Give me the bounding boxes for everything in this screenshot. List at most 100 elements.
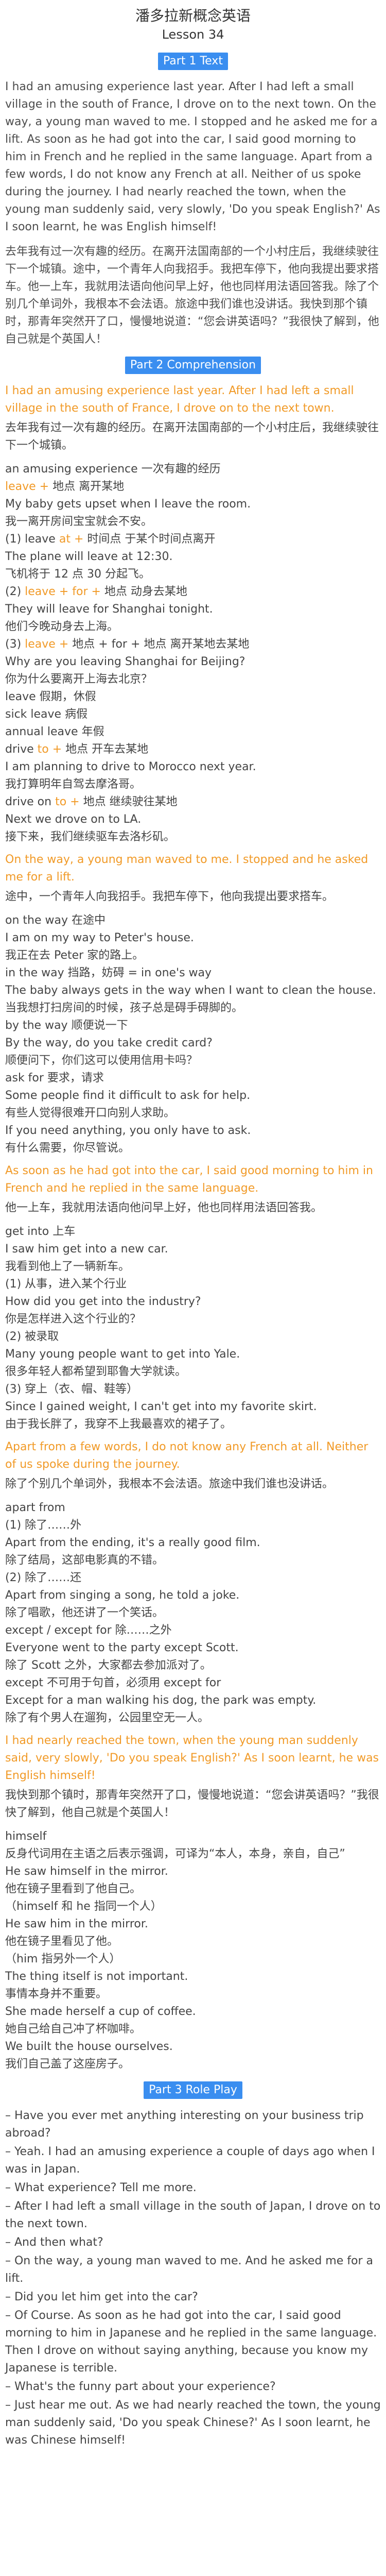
note-line: himself <box>5 1830 47 1843</box>
note-line: drive to + 地点 开车去某地 <box>5 743 149 756</box>
note-line: 接下来，我们继续驱车去洛杉矶。 <box>5 831 176 843</box>
note-line: 你为什么要离开上海去北京？ <box>5 673 153 686</box>
note-line: Next we drove on to LA. <box>5 813 142 826</box>
note-line: （him 指另外一个人） <box>5 1953 121 1965</box>
note-line: The baby always gets in the way when I w… <box>5 984 376 997</box>
note-line: 我打算明年自驾去摩洛哥。 <box>5 778 142 791</box>
note-line: get into 上车 <box>5 1225 76 1238</box>
note-line: 有什么需要，你尽管说。 <box>5 1142 130 1155</box>
section-part2: Part 2 Comprehension <box>5 357 381 374</box>
note-line: 我们自己盖了这座房子。 <box>5 2058 130 2071</box>
note-line: Except for a man walking his dog, the pa… <box>5 1694 317 1707</box>
dialogue-line: – Yeah. I had an amusing experience a co… <box>5 2145 375 2176</box>
note-line: They will leave for Shanghai tonight. <box>5 603 213 616</box>
note-line: sick leave 病假 <box>5 708 88 721</box>
comprehension-sentence-en: I had an amusing experience last year. A… <box>5 384 354 415</box>
note-line: Some people find it difficult to ask for… <box>5 1089 251 1102</box>
note-line: 他们今晚动身去上海。 <box>5 620 119 633</box>
note-line: on the way 在途中 <box>5 914 106 927</box>
note-line: He saw him in the mirror. <box>5 1918 148 1930</box>
note-line: Many young people want to get into Yale. <box>5 1348 240 1361</box>
dialogue-line: – Just hear me out. As we had nearly rea… <box>5 2399 381 2447</box>
note-line: Why are you leaving Shanghai for Beijing… <box>5 655 245 668</box>
note-line: 除了结局，这部电影真的不错。 <box>5 1554 164 1567</box>
note-line: Everyone went to the party except Scott. <box>5 1641 239 1654</box>
note-line: in the way 挡路，妨碍 = in one's way <box>5 967 212 979</box>
comprehension-sentence-en: Apart from a few words, I do not know an… <box>5 1440 369 1471</box>
note-line: (3) leave + 地点 + for + 地点 离开某地去某地 <box>5 638 250 651</box>
section-label-part3: Part 3 Role Play <box>144 2081 242 2099</box>
text-english: I had an amusing experience last year. A… <box>5 80 380 233</box>
note-line: 除了 Scott 之外，大家都去参加派对了。 <box>5 1659 212 1672</box>
note-line: He saw himself in the mirror. <box>5 1865 168 1878</box>
note-line: (1) leave at + 时间点 于某个时间点离开 <box>5 533 216 546</box>
note-line: She made herself a cup of coffee. <box>5 2005 196 2018</box>
note-line: 当我想打扫房间的时候，孩子总是碍手碍脚的。 <box>5 1002 243 1014</box>
lesson-number: Lesson 34 <box>162 27 224 42</box>
note-line: I am on my way to Peter's house. <box>5 931 194 944</box>
note-line: 他在镜子里看见了他。 <box>5 1935 119 1948</box>
note-line: by the way 顺便说一下 <box>5 1019 128 1032</box>
comprehension-sentence-zh: 去年我有过一次有趣的经历。在离开法国南部的一个小村庄后，我继续驶往下一个城镇。 <box>5 421 379 452</box>
note-line: 除了唱歌，他还讲了一个笑话。 <box>5 1606 164 1619</box>
note-line: The plane will leave at 12:30. <box>5 550 173 563</box>
comprehension-sentence-zh: 他一上车，我就用法语向他问早上好，他也同样用法语回答我。 <box>5 1201 323 1214</box>
section-label-part2: Part 2 Comprehension <box>125 357 261 374</box>
note-line: My baby gets upset when I leave the room… <box>5 498 251 511</box>
note-line: 由于我长胖了，我穿不上我最喜欢的裙子了。 <box>5 1418 232 1431</box>
note-line: Apart from singing a song, he told a jok… <box>5 1589 240 1602</box>
dialogue-line: – And then what? <box>5 2236 103 2249</box>
note-line: The thing itself is not important. <box>5 1970 188 1983</box>
lesson-page: 潘多拉新概念英语 Lesson 34 Part 1 Text I had an … <box>0 6 386 2471</box>
dialogue-line: – After I had left a small village in th… <box>5 2200 381 2230</box>
note-line: 事情本身并不重要。 <box>5 1988 108 2001</box>
note-line: leave 假期，休假 <box>5 690 96 703</box>
note-line: 你是怎样进入这个行业的？ <box>5 1313 142 1326</box>
note-line: (3) 穿上（衣、帽、鞋等） <box>5 1383 138 1396</box>
note-line: (1) 除了……外 <box>5 1519 82 1532</box>
note-line: If you need anything, you only have to a… <box>5 1124 251 1137</box>
note-line: apart from <box>5 1501 65 1514</box>
note-line: 他在镜子里看到了他自己。 <box>5 1883 142 1895</box>
text-chinese: 去年我有过一次有趣的经历。在离开法国南部的一个小村庄后，我继续驶往下一个城镇。途… <box>5 245 379 346</box>
note-line: 我看到他上了一辆新车。 <box>5 1260 130 1273</box>
note-line: an amusing experience 一次有趣的经历 <box>5 463 221 476</box>
note-line: (1) 从事，进入某个行业 <box>5 1278 127 1291</box>
comprehension-sentence-zh: 途中，一个青年人向我招手。我把车停下，他向我提出要求搭车。 <box>5 890 334 903</box>
note-line: How did you get into the industry? <box>5 1295 201 1308</box>
note-line: I am planning to drive to Morocco next y… <box>5 760 256 773</box>
note-line: (2) leave + for + 地点 动身去某地 <box>5 585 187 598</box>
comprehension-sentence-en: I had nearly reached the town, when the … <box>5 1734 379 1782</box>
note-line: except 不可用于句首，必须用 except for <box>5 1676 221 1689</box>
dialogue-line: – What experience? Tell me more. <box>5 2181 197 2194</box>
comprehension-sentence-zh: 除了个别几个单词外，我根本不会法语。旅途中我们谁也没讲话。 <box>5 1478 334 1490</box>
note-line: 她自己给自己冲了杯咖啡。 <box>5 2023 142 2036</box>
dialogue-line: – On the way, a young man waved to me. A… <box>5 2255 373 2285</box>
comprehension-list: I had an amusing experience last year. A… <box>5 382 381 2073</box>
comprehension-sentence-en: On the way, a young man waved to me. I s… <box>5 853 369 884</box>
note-line: (2) 被录取 <box>5 1330 59 1343</box>
dialogue-line: – Of Course. As soon as he had got into … <box>5 2309 377 2375</box>
section-label-part1: Part 1 Text <box>158 53 228 70</box>
comprehension-sentence-zh: 我快到那个镇时，那青年突然开了口，慢慢地说道：“您会讲英语吗？”我很快了解到，他… <box>5 1789 379 1819</box>
comprehension-sentence-en: As soon as he had got into the car, I sa… <box>5 1164 373 1195</box>
note-line: We built the house ourselves. <box>5 2040 173 2053</box>
section-part3: Part 3 Role Play <box>5 2081 381 2099</box>
note-line: 有些人觉得很难开口向别人求助。 <box>5 1107 176 1120</box>
note-line: I saw him get into a new car. <box>5 1243 168 1256</box>
note-line: Apart from the ending, it's a really goo… <box>5 1536 260 1549</box>
note-line: 除了有个男人在遛狗，公园里空无一人。 <box>5 1711 209 1724</box>
note-line: 反身代词用在主语之后表示强调，可译为“本人，本身，亲自，自己” <box>5 1848 345 1860</box>
note-line: leave + 地点 离开某地 <box>5 480 125 493</box>
note-line: except / except for 除……之外 <box>5 1624 172 1637</box>
section-part1: Part 1 Text <box>5 53 381 70</box>
note-line: drive on to + 地点 继续驶往某地 <box>5 795 178 808</box>
note-line: annual leave 年假 <box>5 725 104 738</box>
dialogue-line: – What's the funny part about your exper… <box>5 2380 276 2393</box>
note-line: （himself 和 he 指同一个人） <box>5 1900 162 1913</box>
note-line: Since I gained weight, I can't get into … <box>5 1400 317 1413</box>
note-line: ask for 要求，请求 <box>5 1072 104 1084</box>
dialogue-line: – Did you let him get into the car? <box>5 2291 198 2303</box>
note-line: (2) 除了……还 <box>5 1571 82 1584</box>
note-line: 我一离开房间宝宝就会不安。 <box>5 515 153 528</box>
